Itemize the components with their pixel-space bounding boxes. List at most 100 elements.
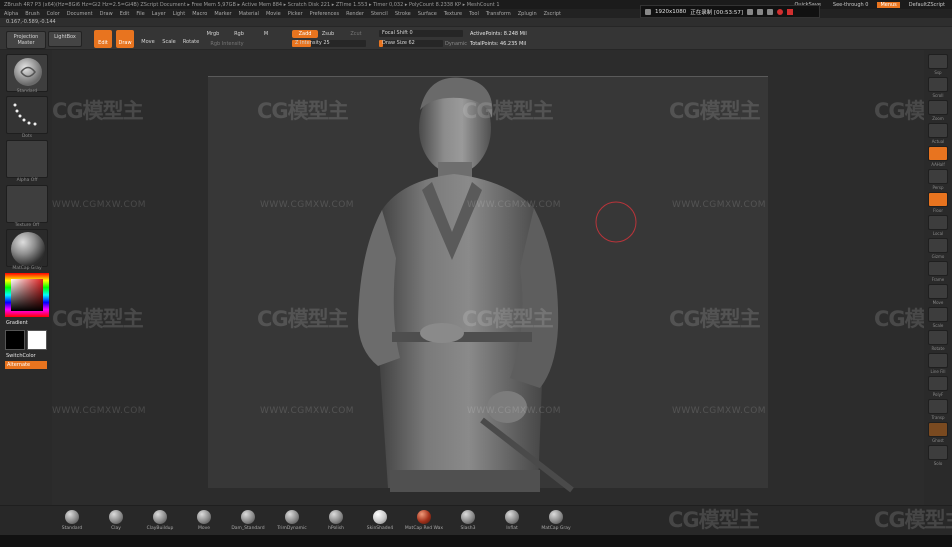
- menu-stencil[interactable]: Stencil: [371, 11, 388, 17]
- see-through-slider[interactable]: See-through 0: [830, 2, 872, 8]
- default-zscript-button[interactable]: DefaultZScript: [906, 2, 948, 8]
- menu-macro[interactable]: Macro: [192, 11, 207, 17]
- menu-color[interactable]: Color: [47, 11, 60, 17]
- stroke-selector[interactable]: [6, 96, 48, 134]
- menu-preferences[interactable]: Preferences: [310, 11, 339, 17]
- mrgb-button[interactable]: Mrgb: [204, 31, 222, 37]
- secondary-color-swatch[interactable]: [27, 330, 47, 350]
- brush-hpolish[interactable]: hPolish: [316, 510, 356, 531]
- gradient-label[interactable]: Gradient: [6, 320, 28, 326]
- shelf-move-button[interactable]: [928, 284, 948, 299]
- menu-draw[interactable]: Draw: [100, 11, 113, 17]
- main-color-swatch[interactable]: [5, 330, 25, 350]
- alpha-selector[interactable]: [6, 140, 48, 178]
- draw-button[interactable]: Draw: [116, 30, 134, 48]
- zsub-button[interactable]: Zsub: [321, 31, 335, 37]
- brush-claybuildup[interactable]: ClayBuildup: [140, 510, 180, 531]
- menu-render[interactable]: Render: [346, 11, 364, 17]
- speaker-icon[interactable]: [757, 8, 763, 15]
- brush-dam-standard[interactable]: Dam_Standard: [228, 510, 268, 531]
- brush-selector[interactable]: [6, 54, 48, 92]
- document-canvas[interactable]: CG模型主 CG模型主 CG模型主 CG模型主 CG模型主 WWW.CGMXW.…: [52, 50, 924, 505]
- microphone-icon[interactable]: [747, 8, 753, 15]
- brush-slash3[interactable]: Slash3: [448, 510, 488, 531]
- shelf-rotate-button[interactable]: [928, 330, 948, 345]
- menus-button[interactable]: Menus: [877, 1, 900, 8]
- menu-tool[interactable]: Tool: [469, 11, 479, 17]
- zcut-button[interactable]: Zcut: [349, 31, 363, 37]
- rgb-button[interactable]: Rgb: [232, 31, 246, 37]
- menu-brush[interactable]: Brush: [25, 11, 39, 17]
- shelf-frame-button[interactable]: [928, 261, 948, 276]
- shelf-persp-button[interactable]: [928, 169, 948, 184]
- shelf-zoom-button[interactable]: [928, 100, 948, 115]
- z-intensity-slider[interactable]: Z Intensity 25: [292, 40, 366, 47]
- brush-matcap-gray[interactable]: MatCap Gray: [536, 510, 576, 531]
- color-picker[interactable]: [5, 273, 49, 317]
- rgb-intensity-slider[interactable]: Rgb Intensity: [204, 41, 250, 47]
- menu-transform[interactable]: Transform: [486, 11, 511, 17]
- shelf-transp-button[interactable]: [928, 399, 948, 414]
- brush-move[interactable]: Move: [184, 510, 224, 531]
- menu-layer[interactable]: Layer: [152, 11, 166, 17]
- focal-shift-slider[interactable]: Focal Shift 0: [379, 30, 463, 37]
- menu-alpha[interactable]: Alpha: [4, 11, 18, 17]
- brush-palette: CG模型主 CG模型主 Standard Clay ClayBuildup Move D…: [0, 505, 952, 535]
- rotate-button[interactable]: Rotate: [182, 39, 200, 45]
- shelf-actual-button[interactable]: [928, 123, 948, 138]
- m-button[interactable]: M: [262, 31, 270, 37]
- brush-icon: [14, 58, 42, 86]
- material-selector[interactable]: [6, 229, 48, 267]
- shelf-gizmo-button[interactable]: [928, 238, 948, 253]
- brush-trimdynamic[interactable]: TrimDynamic: [272, 510, 312, 531]
- menu-movie[interactable]: Movie: [266, 11, 281, 17]
- shelf-ghost-button[interactable]: [928, 422, 948, 437]
- menu-texture[interactable]: Texture: [444, 11, 462, 17]
- menu-zscript[interactable]: Zscript: [544, 11, 561, 17]
- shelf-scale-button[interactable]: [928, 307, 948, 322]
- brush-name: MatCap Red Wax: [404, 526, 444, 531]
- brush-standard[interactable]: Standard: [52, 510, 92, 531]
- active-points-readout: ActivePoints: 8.248 Mil: [470, 31, 527, 37]
- edit-button[interactable]: Edit: [94, 30, 112, 48]
- watermark-logo: CG模型主: [874, 307, 924, 331]
- texture-selector[interactable]: [6, 185, 48, 223]
- shelf-ssp-button[interactable]: [928, 54, 948, 69]
- shelf-floor-button[interactable]: [928, 192, 948, 207]
- shelf-polyf-button[interactable]: [928, 376, 948, 391]
- brush-inflat[interactable]: Inflat: [492, 510, 532, 531]
- scale-button[interactable]: Scale: [161, 39, 177, 45]
- menu-surface[interactable]: Surface: [418, 11, 437, 17]
- menu-stroke[interactable]: Stroke: [395, 11, 411, 17]
- move-button[interactable]: Move: [140, 39, 156, 45]
- projection-master-button[interactable]: Projection Master: [6, 31, 46, 49]
- switchcolor-label[interactable]: SwitchColor: [6, 353, 36, 359]
- shelf-line-fill-button[interactable]: [928, 353, 948, 368]
- brush-clay[interactable]: Clay: [96, 510, 136, 531]
- menu-zplugin[interactable]: Zplugin: [518, 11, 537, 17]
- draw-size-slider[interactable]: Draw Size 62: [379, 40, 443, 47]
- dynamic-button[interactable]: Dynamic: [445, 41, 467, 47]
- camera-icon[interactable]: [767, 8, 773, 15]
- brush-matcap-red-wax[interactable]: MatCap Red Wax: [404, 510, 444, 531]
- shelf-solo-button[interactable]: [928, 445, 948, 460]
- stop-icon[interactable]: [787, 8, 793, 15]
- monitor-icon: [645, 8, 651, 15]
- shelf-scroll-button[interactable]: [928, 77, 948, 92]
- menu-edit[interactable]: Edit: [120, 11, 130, 17]
- zadd-button[interactable]: Zadd: [292, 30, 318, 38]
- texture-label: Texture Off: [14, 223, 40, 228]
- record-icon[interactable]: [777, 8, 783, 15]
- menu-material[interactable]: Material: [239, 11, 259, 17]
- shelf-local-button[interactable]: [928, 215, 948, 230]
- menu-marker[interactable]: Marker: [214, 11, 231, 17]
- shelf-aahalf-button[interactable]: [928, 146, 948, 161]
- menu-file[interactable]: File: [136, 11, 144, 17]
- menu-light[interactable]: Light: [173, 11, 185, 17]
- menu-picker[interactable]: Picker: [288, 11, 303, 17]
- brush-skinshade4[interactable]: SkinShade4: [360, 510, 400, 531]
- menu-document[interactable]: Document: [67, 11, 93, 17]
- lightbox-button[interactable]: LightBox: [48, 31, 82, 47]
- brush-icon: [549, 510, 563, 524]
- alternate-button[interactable]: Alternate: [5, 361, 47, 369]
